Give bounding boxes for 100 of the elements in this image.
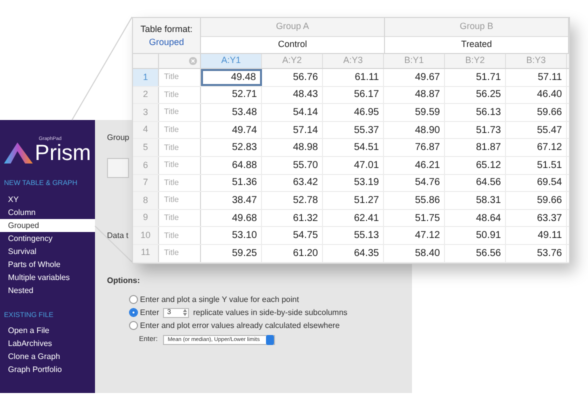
- row-title-field[interactable]: Title: [164, 88, 198, 101]
- table-cell[interactable]: 59.66: [506, 104, 567, 121]
- table-cell[interactable]: 54.51: [323, 139, 384, 156]
- table-cell[interactable]: 52.71: [201, 86, 262, 104]
- row-title-field[interactable]: Title: [164, 159, 198, 172]
- table-cell[interactable]: 50.91: [445, 227, 506, 244]
- table-cell[interactable]: 64.88: [201, 156, 262, 174]
- table-cell[interactable]: 64.35: [323, 244, 384, 262]
- row-title-field[interactable]: Title: [164, 142, 198, 154]
- sidebar-item[interactable]: LabArchives: [0, 337, 95, 350]
- table-cell[interactable]: 49.68: [201, 210, 262, 226]
- table-cell[interactable]: 53.10: [201, 227, 262, 244]
- radio-button[interactable]: [129, 308, 138, 317]
- table-cell[interactable]: 61.32: [262, 210, 323, 226]
- row-title-field[interactable]: Title: [164, 212, 198, 224]
- table-cell[interactable]: 55.86: [384, 192, 445, 209]
- dropdown-arrows-icon[interactable]: [266, 335, 274, 346]
- table-cell[interactable]: 56.17: [323, 86, 384, 104]
- table-cell[interactable]: 59.25: [201, 244, 262, 262]
- radio-button[interactable]: [129, 295, 138, 304]
- table-cell[interactable]: 57.14: [262, 122, 323, 138]
- table-cell[interactable]: 61.20: [262, 244, 323, 262]
- table-cell[interactable]: 51.27: [323, 192, 384, 209]
- table-cell[interactable]: 67.12: [506, 139, 567, 156]
- table-cell[interactable]: 46.21: [384, 156, 445, 174]
- row-title-field[interactable]: Title: [164, 247, 198, 260]
- table-cell[interactable]: 46.40: [506, 86, 567, 104]
- table-cell[interactable]: 49.74: [201, 122, 262, 138]
- table-cell[interactable]: 48.90: [384, 122, 445, 138]
- table-cell[interactable]: 47.01: [323, 156, 384, 174]
- sidebar-item[interactable]: Parts of Whole: [0, 258, 95, 270]
- option-label: Enter and plot error values already calculated elsewhere: [140, 320, 340, 332]
- sidebar-item[interactable]: Nested: [0, 284, 95, 296]
- table-cell[interactable]: 48.98: [262, 139, 323, 156]
- table-cell[interactable]: 54.14: [262, 104, 323, 121]
- table-cell[interactable]: 46.95: [323, 104, 384, 121]
- table-cell[interactable]: 62.41: [323, 210, 384, 226]
- table-cell[interactable]: 53.19: [323, 174, 384, 192]
- table-cell[interactable]: 51.71: [445, 69, 506, 86]
- table-cell[interactable]: 51.75: [384, 210, 445, 226]
- table-cell[interactable]: 69.54: [506, 174, 567, 192]
- sidebar-item[interactable]: Survival: [0, 244, 95, 258]
- table-cell[interactable]: 56.76: [262, 69, 323, 86]
- table-cell[interactable]: 64.56: [445, 174, 506, 192]
- table-cell[interactable]: 65.12: [445, 156, 506, 174]
- sidebar-item[interactable]: Column: [0, 206, 95, 218]
- table-cell[interactable]: 55.37: [323, 122, 384, 138]
- sidebar-item[interactable]: XY: [0, 192, 95, 206]
- row-title-field[interactable]: Title: [164, 71, 198, 84]
- table-cell[interactable]: 58.40: [384, 244, 445, 262]
- clear-icon[interactable]: [189, 57, 197, 65]
- table-cell[interactable]: 53.76: [506, 244, 567, 262]
- sidebar-item[interactable]: Multiple variables: [0, 270, 95, 284]
- table-thumbnail-picture: [107, 158, 129, 178]
- option-label: replicate values in side-by-side subcolumns: [193, 306, 348, 318]
- table-cell[interactable]: 49.48: [201, 69, 262, 86]
- row-title-field[interactable]: Title: [164, 106, 198, 118]
- table-cell[interactable]: 54.76: [384, 174, 445, 192]
- table-cell[interactable]: 56.25: [445, 86, 506, 104]
- table-cell[interactable]: 52.78: [262, 192, 323, 209]
- table-cell[interactable]: 55.47: [506, 122, 567, 138]
- table-cell[interactable]: 59.66: [506, 192, 567, 209]
- table-cell[interactable]: 57.11: [506, 69, 567, 86]
- sidebar-item[interactable]: Graph Portfolio: [0, 363, 95, 376]
- table-cell[interactable]: 51.36: [201, 174, 262, 192]
- table-cell[interactable]: 47.12: [384, 227, 445, 244]
- table-cell[interactable]: 61.11: [323, 69, 384, 86]
- stepper-arrows-icon[interactable]: [183, 308, 188, 316]
- table-cell[interactable]: 56.13: [445, 104, 506, 121]
- table-cell[interactable]: 51.73: [445, 122, 506, 138]
- table-cell[interactable]: 76.87: [384, 139, 445, 156]
- table-cell[interactable]: 48.87: [384, 86, 445, 104]
- table-cell[interactable]: 58.31: [445, 192, 506, 209]
- sidebar-item[interactable]: Grouped: [0, 218, 95, 232]
- row-title-field[interactable]: Title: [164, 176, 198, 189]
- table-cell[interactable]: 55.70: [262, 156, 323, 174]
- options-label: Options:: [107, 275, 140, 287]
- table-cell[interactable]: 63.42: [262, 174, 323, 192]
- table-cell[interactable]: 53.48: [201, 104, 262, 121]
- table-cell[interactable]: 63.37: [506, 210, 567, 226]
- sidebar-item[interactable]: Clone a Graph: [0, 350, 95, 363]
- radio-button[interactable]: [129, 321, 138, 330]
- table-cell[interactable]: 38.47: [201, 192, 262, 209]
- table-cell[interactable]: 48.43: [262, 86, 323, 104]
- table-cell[interactable]: 81.87: [445, 139, 506, 156]
- row-title-field[interactable]: Title: [164, 194, 198, 206]
- row-title-field[interactable]: Title: [164, 230, 198, 242]
- sidebar-item[interactable]: Open a File: [0, 324, 95, 337]
- table-cell[interactable]: 54.75: [262, 227, 323, 244]
- prism-logo-icon: [4, 142, 33, 164]
- table-cell[interactable]: 49.67: [384, 69, 445, 86]
- table-cell[interactable]: 49.11: [506, 227, 567, 244]
- row-title-field[interactable]: Title: [164, 124, 198, 136]
- table-cell[interactable]: 52.83: [201, 139, 262, 156]
- table-cell[interactable]: 48.64: [445, 210, 506, 226]
- table-cell[interactable]: 51.51: [506, 156, 567, 174]
- table-cell[interactable]: 56.56: [445, 244, 506, 262]
- table-cell[interactable]: 59.59: [384, 104, 445, 121]
- sidebar-item[interactable]: Contingency: [0, 232, 95, 244]
- table-cell[interactable]: 55.13: [323, 227, 384, 244]
